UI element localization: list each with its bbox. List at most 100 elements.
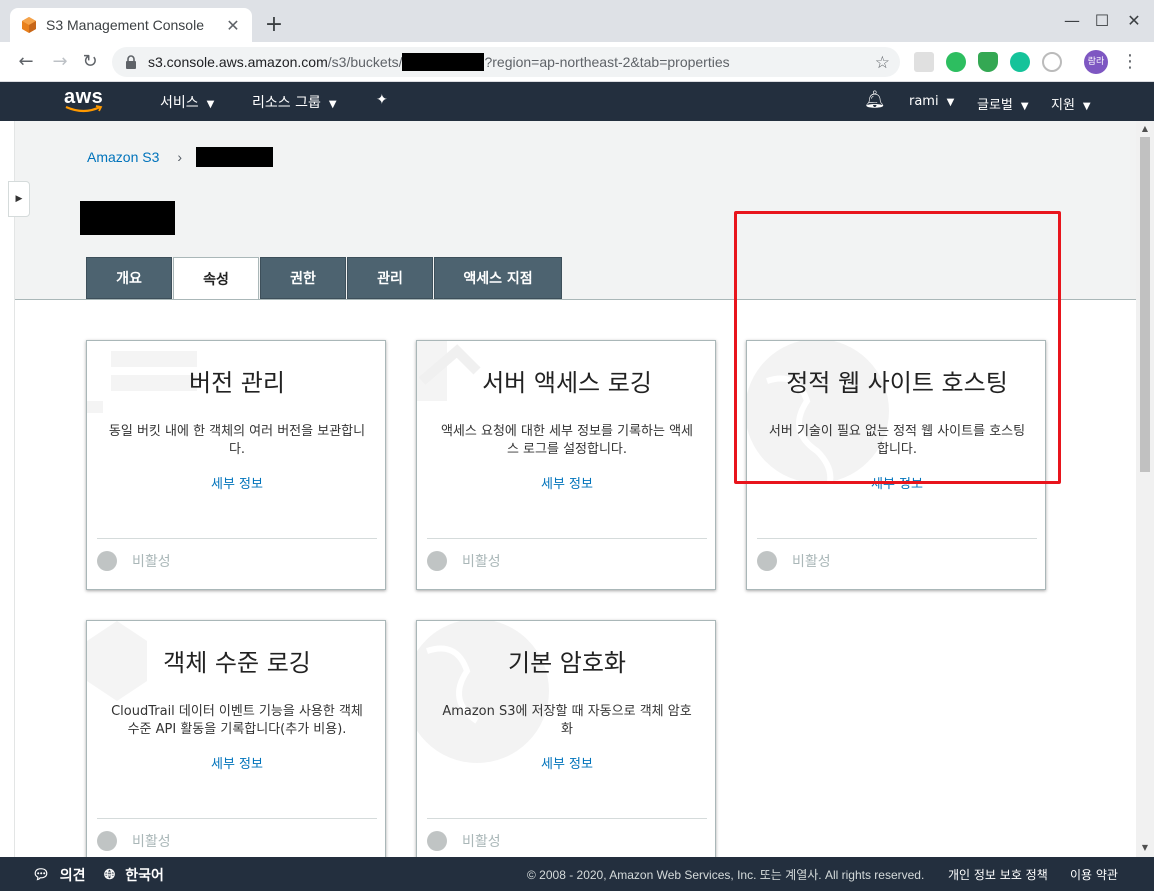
- url-text: s3.console.aws.amazon.com/s3/buckets/ ?re…: [148, 53, 730, 71]
- privacy-policy-link[interactable]: 개인 정보 보호 정책: [948, 866, 1048, 883]
- tab-title: S3 Management Console: [46, 17, 204, 33]
- language-label: 한국어: [125, 868, 164, 884]
- status-text: 비활성: [792, 554, 831, 570]
- profile-avatar[interactable]: 람라: [1084, 50, 1108, 74]
- support-menu[interactable]: 지원 ▼: [1051, 94, 1091, 113]
- services-menu[interactable]: 서비스 ▼: [160, 92, 214, 112]
- aws-logo[interactable]: aws: [64, 86, 104, 113]
- footer: 💬︎ 의견 🌐︎ 한국어 © 2008 - 2020, Amazon Web S…: [0, 857, 1154, 891]
- card-title: 기본 암호화: [507, 649, 627, 677]
- extension-circle-icon[interactable]: [1042, 52, 1062, 72]
- browser-tabstrip: S3 Management Console ✕ + — ☐ ✕: [0, 0, 1154, 42]
- s3-favicon-icon: [22, 17, 36, 33]
- chevron-down-icon: ▼: [1082, 101, 1091, 112]
- resource-groups-menu[interactable]: 리소스 그룹 ▼: [252, 92, 337, 112]
- browser-toolbar: ← → ↻ s3.console.aws.amazon.com/s3/bucke…: [0, 42, 1154, 82]
- object-level-logging-card[interactable]: 객체 수준 로깅 CloudTrail 데이터 이벤트 기능을 사용한 객체 수…: [86, 620, 386, 857]
- card-status: 비활성: [757, 551, 831, 571]
- region-label: 글로벌: [977, 98, 1013, 113]
- card-details-link[interactable]: 세부 정보: [417, 753, 715, 772]
- card-status: 비활성: [427, 831, 501, 851]
- card-title: 버전 관리: [189, 369, 285, 397]
- maximize-icon[interactable]: ☐: [1092, 10, 1112, 32]
- card-description: 동일 버킷 내에 한 객체의 여러 버전을 보관합니다.: [108, 424, 366, 457]
- minimize-icon[interactable]: —: [1062, 10, 1082, 32]
- versioning-card[interactable]: 버전 관리 동일 버킷 내에 한 객체의 여러 버전을 보관합니다. 세부 정보…: [86, 340, 386, 590]
- pin-icon[interactable]: ✦: [376, 92, 388, 108]
- scroll-thumb[interactable]: [1140, 137, 1150, 472]
- feedback-label: 의견: [59, 868, 86, 884]
- card-divider: [97, 538, 377, 539]
- tab-properties[interactable]: 속성: [173, 257, 259, 300]
- forward-icon[interactable]: →: [48, 50, 72, 74]
- scroll-down-icon[interactable]: ▼: [1138, 843, 1152, 852]
- back-icon[interactable]: ←: [14, 50, 38, 74]
- status-radio-icon[interactable]: [97, 831, 117, 851]
- address-bar[interactable]: s3.console.aws.amazon.com/s3/buckets/ ?re…: [112, 47, 900, 77]
- url-query: ?region=ap-northeast-2&tab=properties: [484, 54, 730, 70]
- url-path: /s3/buckets/: [327, 54, 403, 70]
- scroll-up-icon[interactable]: ▲: [1138, 124, 1152, 133]
- language-button[interactable]: 🌐︎ 한국어: [104, 865, 164, 885]
- card-description: CloudTrail 데이터 이벤트 기능을 사용한 객체 수준 API 활동을…: [111, 704, 363, 737]
- drawer-toggle-icon[interactable]: ▶: [8, 181, 30, 217]
- browser-menu-icon[interactable]: ⋮: [1120, 51, 1140, 72]
- chevron-down-icon: ▼: [328, 99, 337, 110]
- new-tab-icon[interactable]: +: [262, 12, 286, 38]
- chevron-right-icon: ›: [177, 149, 183, 165]
- highlight-box: [734, 211, 1061, 484]
- card-details-link[interactable]: 세부 정보: [87, 753, 385, 772]
- card-title: 객체 수준 로깅: [163, 649, 311, 677]
- account-label: rami: [909, 94, 939, 109]
- tab-close-icon[interactable]: ✕: [224, 16, 242, 35]
- default-encryption-card[interactable]: 기본 암호화 Amazon S3에 저장할 때 자동으로 객체 암호화 세부 정…: [416, 620, 716, 857]
- card-divider: [757, 538, 1037, 539]
- shield-extension-icon[interactable]: [978, 52, 998, 72]
- tab-overview[interactable]: 개요: [86, 257, 172, 299]
- card-divider: [97, 818, 377, 819]
- side-drawer-strip: [0, 121, 15, 857]
- breadcrumb-amazon-s3[interactable]: Amazon S3: [87, 149, 159, 165]
- tab-management[interactable]: 관리: [347, 257, 433, 299]
- status-radio-icon[interactable]: [97, 551, 117, 571]
- notification-bell-icon[interactable]: 🔔︎: [864, 90, 886, 110]
- extension-icon[interactable]: [914, 52, 934, 72]
- card-details-link[interactable]: 세부 정보: [87, 473, 385, 492]
- tab-access-points[interactable]: 액세스 지점: [434, 257, 562, 299]
- url-host: s3.console.aws.amazon.com: [148, 54, 328, 70]
- breadcrumb-redacted-bucket[interactable]: [196, 147, 274, 167]
- card-divider: [427, 818, 707, 819]
- bookmark-star-icon[interactable]: ☆: [875, 53, 890, 73]
- card-description: Amazon S3에 저장할 때 자동으로 객체 암호화: [442, 704, 692, 737]
- card-status: 비활성: [427, 551, 501, 571]
- copyright-text: © 2008 - 2020, Amazon Web Services, Inc.…: [527, 868, 925, 882]
- status-radio-icon[interactable]: [427, 551, 447, 571]
- grammarly-icon[interactable]: [1010, 52, 1030, 72]
- redacted-page-title: [80, 201, 175, 235]
- status-radio-icon[interactable]: [757, 551, 777, 571]
- card-title: 서버 액세스 로깅: [482, 369, 652, 397]
- card-status: 비활성: [97, 551, 171, 571]
- card-status: 비활성: [97, 831, 171, 851]
- evernote-icon[interactable]: [946, 52, 966, 72]
- aws-logo-text: aws: [64, 86, 104, 108]
- chevron-down-icon: ▼: [946, 97, 955, 108]
- reload-icon[interactable]: ↻: [78, 50, 102, 74]
- properties-tabs: 개요 속성 권한 관리 액세스 지점: [86, 257, 563, 300]
- status-radio-icon[interactable]: [427, 831, 447, 851]
- redacted-bucket-name: [402, 53, 485, 71]
- tab-permissions[interactable]: 권한: [260, 257, 346, 299]
- status-text: 비활성: [462, 554, 501, 570]
- speech-bubble-icon: 💬︎: [32, 867, 50, 883]
- status-text: 비활성: [132, 554, 171, 570]
- server-access-logging-card[interactable]: 서버 액세스 로깅 액세스 요청에 대한 세부 정보를 기록하는 액세스 로그를…: [416, 340, 716, 590]
- account-menu[interactable]: rami ▼: [909, 94, 954, 109]
- browser-tab[interactable]: S3 Management Console ✕: [10, 8, 252, 42]
- card-details-link[interactable]: 세부 정보: [417, 473, 715, 492]
- region-menu[interactable]: 글로벌 ▼: [977, 94, 1029, 113]
- feedback-button[interactable]: 💬︎ 의견: [32, 865, 86, 885]
- chevron-down-icon: ▼: [206, 99, 215, 110]
- aws-nav-bar: aws 서비스 ▼ 리소스 그룹 ▼ ✦ 🔔︎ rami ▼ 글로벌 ▼ 지원 ▼: [0, 82, 1154, 121]
- terms-link[interactable]: 이용 약관: [1070, 866, 1118, 883]
- window-close-icon[interactable]: ✕: [1124, 10, 1144, 32]
